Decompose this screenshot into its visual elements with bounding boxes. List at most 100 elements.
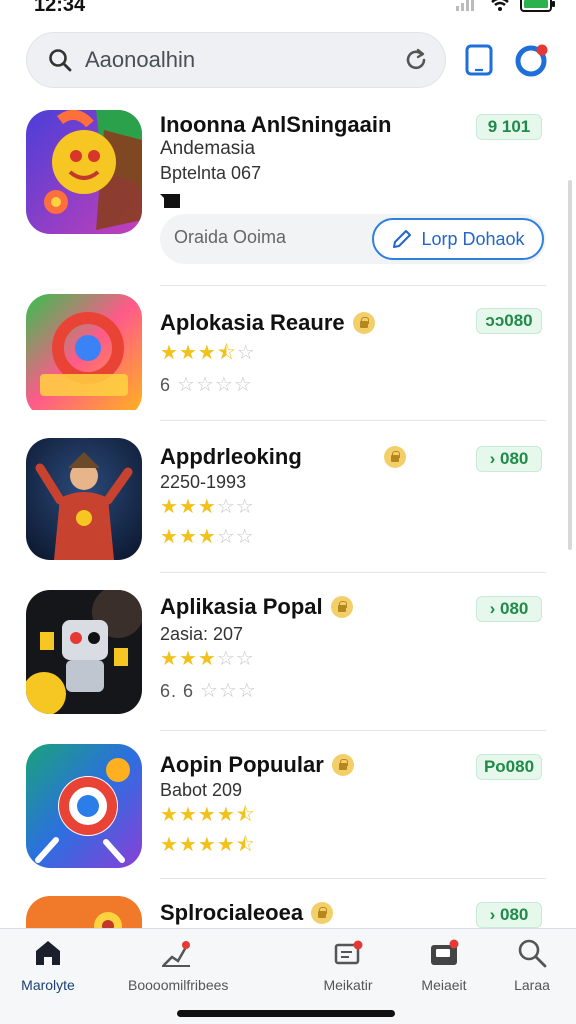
tab-charts-label: Boooomilfribees <box>128 977 229 993</box>
star-filled-icon: ★ <box>178 834 198 856</box>
star-half-icon: ⯪ <box>235 804 256 826</box>
app-title[interactable]: Aplikasia Popal <box>160 594 353 620</box>
star-empty-icon: ☆ <box>216 496 236 518</box>
lock-icon <box>352 312 375 334</box>
star-filled-icon: ★ <box>160 648 179 670</box>
status-bar: 12:34 <box>0 0 576 22</box>
tab-charts[interactable]: Boooomilfribees <box>128 937 229 993</box>
divider <box>160 285 546 286</box>
star-empty-icon: ☆ <box>216 526 236 548</box>
star-empty-icon: ☆ <box>235 648 255 670</box>
star-rating: ★★★⯪☆ <box>160 342 256 364</box>
star-filled-icon: ★ <box>178 496 198 518</box>
app-icon[interactable] <box>26 744 142 868</box>
wifi-icon <box>491 0 509 11</box>
news-icon <box>334 940 363 965</box>
app-icon[interactable] <box>26 294 142 418</box>
search-input[interactable]: Aaonoalhin <box>26 32 446 88</box>
featured-action-bar: Oraida Ooima Lorp Dohaok <box>160 214 546 264</box>
tab-news-label: Meikatir <box>323 977 373 993</box>
featured-app-icon[interactable] <box>26 110 142 234</box>
star-filled-icon: ★ <box>178 526 198 548</box>
featured-action-button-label: Lorp Dohaok <box>421 228 525 249</box>
star-empty-icon: ☆ <box>195 374 215 396</box>
star-rating: ★★★★⯪ <box>160 834 256 856</box>
app-meta: 2250-1993 <box>160 472 247 492</box>
star-empty-icon: ☆ <box>177 374 196 396</box>
list-item[interactable]: Splrocialeoea › 080 <box>0 888 576 956</box>
list-item[interactable]: Aplokasia Reaure ɔɔ080 ★★★⯪☆ 6 ☆☆☆☆ <box>0 290 576 420</box>
tablet-icon[interactable] <box>464 44 494 76</box>
star-empty-icon: ☆ <box>235 526 255 548</box>
list-item[interactable]: Aplikasia Popal › 080 2asia: 207 ★★★☆☆ 6… <box>0 582 576 730</box>
price-badge[interactable]: › 080 <box>476 446 542 472</box>
tab-wallet[interactable]: Meiaeit <box>414 937 474 993</box>
star-filled-icon: ★ <box>197 342 217 364</box>
star-filled-icon: ★ <box>160 342 179 364</box>
divider <box>160 572 546 573</box>
featured-action-button[interactable]: Lorp Dohaok <box>372 218 544 260</box>
app-meta: 2asia: 207 <box>160 624 244 644</box>
featured-app-title[interactable]: Inoonna AnlSningaain <box>160 112 391 138</box>
refresh-icon[interactable] <box>403 47 429 73</box>
app-title[interactable]: Aopin Popuular <box>160 752 354 778</box>
star-rating: ★★★☆☆ <box>160 496 255 518</box>
app-icon[interactable] <box>26 590 142 714</box>
tab-search[interactable]: Laraa <box>502 937 562 993</box>
star-half-icon: ⯪ <box>216 342 237 364</box>
list-item[interactable]: Appdrleoking › 080 2250-1993 ★★★☆☆ ★★★☆☆ <box>0 430 576 570</box>
star-empty-icon: ☆ <box>218 680 238 702</box>
tab-home[interactable]: Marolyte <box>18 937 78 993</box>
star-filled-icon: ★ <box>160 804 179 826</box>
price-badge[interactable]: ɔɔ080 <box>476 308 542 334</box>
star-half-icon: ⯪ <box>235 834 256 856</box>
app-title[interactable]: Aplokasia Reaure <box>160 310 375 336</box>
tab-news[interactable]: Meikatir <box>318 937 378 993</box>
featured-app[interactable]: Inoonna AnlSningaain Andemasia Bptelnta … <box>0 100 576 280</box>
charts-icon <box>162 941 190 967</box>
search-row: Aaonoalhin <box>0 30 576 90</box>
star-filled-icon: ★ <box>178 342 198 364</box>
star-filled-icon: ★ <box>197 648 217 670</box>
star-rating: ★★★★⯪ <box>160 804 256 826</box>
battery-icon <box>520 0 555 12</box>
app-title[interactable]: Splrocialeoea <box>160 900 334 926</box>
wallet-icon <box>431 939 459 965</box>
divider <box>160 878 546 879</box>
star-filled-icon: ★ <box>178 804 198 826</box>
star-filled-icon: ★ <box>160 526 179 548</box>
star-empty-icon: ☆ <box>233 374 253 396</box>
star-filled-icon: ★ <box>197 496 217 518</box>
list-item[interactable]: Aopin Popuular Po080 Babot 209 ★★★★⯪ ★★★… <box>0 740 576 880</box>
star-filled-icon: ★ <box>197 834 217 856</box>
price-badge[interactable]: Po080 <box>476 754 542 780</box>
star-empty-icon: ☆ <box>216 648 236 670</box>
lock-icon <box>311 902 334 924</box>
rating-count: 6 <box>160 375 172 395</box>
star-empty-icon: ☆ <box>214 374 234 396</box>
featured-app-meta: Bptelnta 067 <box>160 163 262 183</box>
home-indicator[interactable] <box>177 1010 395 1017</box>
star-rating: 6. 6 ☆☆☆ <box>160 680 257 702</box>
signal-icon <box>456 0 474 11</box>
price-badge[interactable]: › 080 <box>476 596 542 622</box>
divider <box>160 420 546 421</box>
app-icon[interactable] <box>26 438 142 560</box>
search-placeholder: Aaonoalhin <box>85 47 196 72</box>
featured-app-subtitle: Andemasia <box>160 138 256 159</box>
scrollbar[interactable] <box>568 180 572 550</box>
app-title[interactable]: Appdrleoking <box>160 444 302 470</box>
search-icon <box>518 939 547 968</box>
lock-icon <box>330 596 353 618</box>
price-badge[interactable]: › 080 <box>476 902 542 928</box>
tab-search-label: Laraa <box>514 977 550 993</box>
featured-price-badge[interactable]: 9 101 <box>476 114 542 140</box>
account-icon[interactable] <box>514 42 550 78</box>
star-rating: 6 ☆☆☆☆ <box>160 374 253 396</box>
star-empty-icon: ☆ <box>237 680 257 702</box>
star-filled-icon: ★ <box>197 804 217 826</box>
app-meta: Babot 209 <box>160 780 243 800</box>
star-filled-icon: ★ <box>216 834 236 856</box>
star-empty-icon: ☆ <box>235 496 255 518</box>
lock-icon <box>384 446 406 468</box>
